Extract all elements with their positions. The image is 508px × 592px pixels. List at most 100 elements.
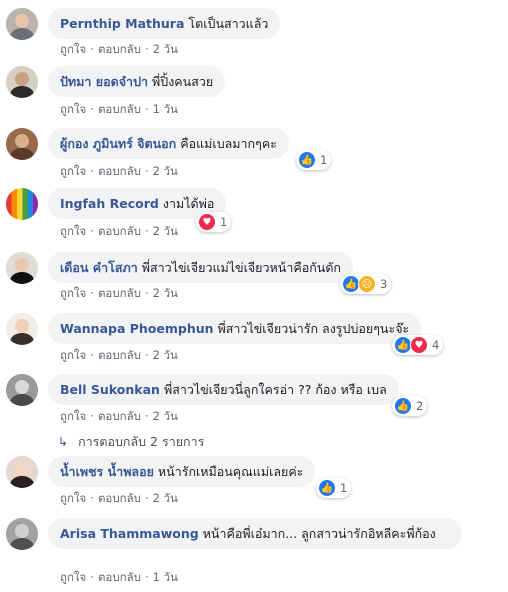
like-reaction-icon: 👍 [394,397,412,415]
comment-actions: ถูกใจ · ตอบกลับ · 2 วัน [60,164,178,178]
reply-link[interactable]: ตอบกลับ [98,348,141,362]
comment: Arisa Thammawong หน้าคือพี่เอ๋มาก... ลูกส… [6,518,504,584]
avatar[interactable] [6,374,38,406]
comment-actions: ถูกใจ · ตอบกลับ · 2 วัน [60,409,178,423]
like-link[interactable]: ถูกใจ [60,286,86,300]
timestamp[interactable]: 2 วัน [153,164,178,178]
comment-text: คือแม่เบลมากๆคะ [180,136,277,151]
comment-actions: ถูกใจ · ตอบกลับ · 2 วัน [60,491,178,505]
comment-actions: ถูกใจ · ตอบกลับ · 2 วัน [60,348,178,362]
reactions-summary[interactable]: 👍 ♥ 4 [392,335,444,355]
like-link[interactable]: ถูกใจ [60,348,86,362]
avatar[interactable] [6,8,38,40]
avatar[interactable] [6,456,38,488]
love-reaction-icon: ♥ [410,336,428,354]
comment-actions: ถูกใจ · ตอบกลับ · 2 วัน [60,286,178,300]
comment-author[interactable]: ผู้กอง ภูมินทร์ จิตนอก [60,136,176,151]
like-reaction-icon: 👍 [298,151,316,169]
comment-bubble: น้ำเพชร น้ำพลอย หน้ารักเหมือนคุณแม่เลยค่ะ [48,456,316,487]
comment-text: พี่ปิ้งคนสวย [152,74,214,89]
comment-bubble: ผู้กอง ภูมินทร์ จิตนอก คือแม่เบลมากๆคะ [48,128,289,159]
comment-bubble: Wannapa Phoemphun พี่สาวไข่เจียวน่ารัก ลง… [48,313,422,344]
reactions-summary[interactable]: 👍 1 [316,478,352,498]
timestamp[interactable]: 2 วัน [153,491,178,505]
reply-link[interactable]: ตอบกลับ [98,409,141,423]
comment-text: หน้าคือพี่เอ๋มาก... ลูกสาวน่ารักอิหลีคะพ… [202,526,436,541]
reply-link[interactable]: ตอบกลับ [98,164,141,178]
reaction-count: 1 [340,481,348,495]
replies-label: การตอบกลับ 2 รายการ [78,434,205,449]
love-reaction-icon: ♥ [198,213,216,231]
timestamp[interactable]: 2 วัน [153,42,178,56]
comment: ผู้กอง ภูมินทร์ จิตนอก คือแม่เบลมากๆคะ 👍 1… [6,128,504,178]
reaction-count: 4 [432,338,440,352]
like-reaction-icon: 👍 [318,479,336,497]
reply-link[interactable]: ตอบกลับ [98,102,141,116]
comment-text: พี่สาวไข่เจียวแม่ไข่เจียวหน้าคือกันดัก [141,260,341,275]
reply-link[interactable]: ตอบกลับ [98,42,141,56]
like-link[interactable]: ถูกใจ [60,102,86,116]
avatar[interactable] [6,66,38,98]
reply-link[interactable]: ตอบกลับ [98,491,141,505]
reaction-count: 2 [416,399,424,413]
view-replies-link[interactable]: ↳ การตอบกลับ 2 รายการ [58,432,204,452]
comment: Pernthip Mathura โตเป็นสาวแล้ว ถูกใจ · ตอบก… [6,8,504,56]
comment: Ingfah Record งามได้พ่อ ♥ 1 ถูกใจ · ตอบกลับ ·… [6,188,504,238]
comment-author[interactable]: Ingfah Record [60,196,159,211]
reaction-count: 1 [320,153,328,167]
comment-text: โตเป็นสาวแล้ว [188,16,269,31]
reactions-summary[interactable]: ♥ 1 [196,212,232,232]
comment-actions: ถูกใจ · ตอบกลับ · 1 วัน [60,102,178,116]
comment-author[interactable]: Pernthip Mathura [60,16,184,31]
comment-bubble: Arisa Thammawong หน้าคือพี่เอ๋มาก... ลูกส… [48,518,462,549]
timestamp[interactable]: 2 วัน [153,409,178,423]
reactions-summary[interactable]: 👍 1 [296,150,332,170]
like-link[interactable]: ถูกใจ [60,409,86,423]
reply-link[interactable]: ตอบกลับ [98,570,141,584]
reply-link[interactable]: ตอบกลับ [98,224,141,238]
comment-actions: ถูกใจ · ตอบกลับ · 2 วัน [60,224,178,238]
avatar[interactable] [6,252,38,284]
timestamp[interactable]: 2 วัน [153,224,178,238]
like-link[interactable]: ถูกใจ [60,491,86,505]
comment-actions: ถูกใจ · ตอบกลับ · 1 วัน [60,570,178,584]
timestamp[interactable]: 1 วัน [153,102,178,116]
comment-text: พี่สาวไข่เจียวน่ารัก ลงรูปบ่อยๆนะจ๊ะ [217,321,410,336]
comment-text: หน้ารักเหมือนคุณแม่เลยค่ะ [157,464,304,479]
reactions-summary[interactable]: 👍 2 [392,396,428,416]
avatar[interactable] [6,518,38,550]
comment-bubble: เดือน คำโสภา พี่สาวไข่เจียวแม่ไข่เจียวหน้… [48,252,353,283]
reaction-count: 3 [380,277,388,291]
reaction-count: 1 [220,215,228,229]
comment-text: งามได้พ่อ [162,196,215,211]
comment-text: พี่สาวไข่เจียวนี่ลูกใครอ่า ?? ก้อง หรือ … [163,382,387,397]
timestamp[interactable]: 2 วัน [153,348,178,362]
comment: เดือน คำโสภา พี่สาวไข่เจียวแม่ไข่เจียวหน้… [6,252,504,300]
comment-author[interactable]: เดือน คำโสภา [60,260,138,275]
comment-author[interactable]: Wannapa Phoemphun [60,321,214,336]
comment-author[interactable]: Arisa Thammawong [60,526,199,541]
comment: Wannapa Phoemphun พี่สาวไข่เจียวน่ารัก ลง… [6,313,504,362]
comment-author[interactable]: ปัทมา ยอดจำปา [60,74,148,89]
comment-bubble: ปัทมา ยอดจำปา พี่ปิ้งคนสวย [48,66,226,97]
reactions-summary[interactable]: 👍 ☹ 3 [340,274,392,294]
reply-link[interactable]: ตอบกลับ [98,286,141,300]
avatar[interactable] [6,188,38,220]
reply-arrow-icon: ↳ [58,435,69,449]
avatar[interactable] [6,128,38,160]
like-link[interactable]: ถูกใจ [60,164,86,178]
comment-bubble: Pernthip Mathura โตเป็นสาวแล้ว [48,8,281,39]
like-link[interactable]: ถูกใจ [60,224,86,238]
like-link[interactable]: ถูกใจ [60,42,86,56]
comment-actions: ถูกใจ · ตอบกลับ · 2 วัน [60,42,178,56]
comment: น้ำเพชร น้ำพลอย หน้ารักเหมือนคุณแม่เลยค่ะ… [6,456,504,505]
comment: Bell Sukonkan พี่สาวไข่เจียวนี่ลูกใครอ่า … [6,374,504,423]
like-link[interactable]: ถูกใจ [60,570,86,584]
angry-reaction-icon: ☹ [358,275,376,293]
comment-author[interactable]: น้ำเพชร น้ำพลอย [60,464,154,479]
comment-author[interactable]: Bell Sukonkan [60,382,160,397]
timestamp[interactable]: 2 วัน [153,286,178,300]
timestamp[interactable]: 1 วัน [153,570,178,584]
comment-bubble: Bell Sukonkan พี่สาวไข่เจียวนี่ลูกใครอ่า … [48,374,399,405]
avatar[interactable] [6,313,38,345]
